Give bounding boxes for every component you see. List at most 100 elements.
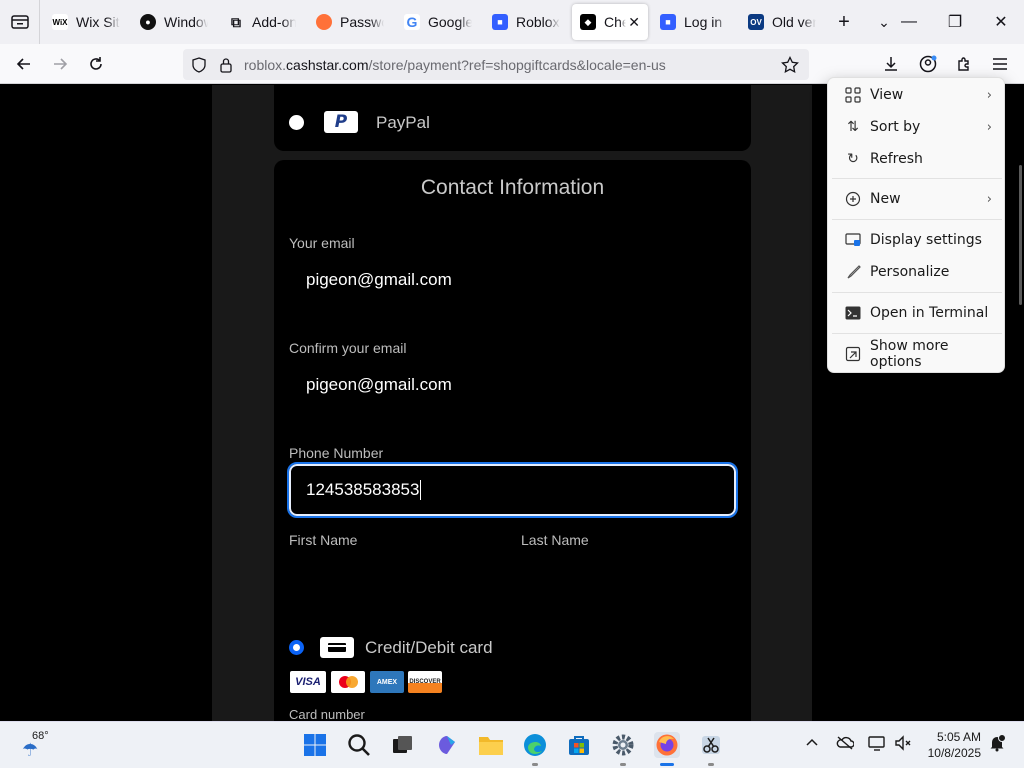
menu-separator xyxy=(832,333,1002,334)
tab-addons[interactable]: ⧉ Add-ons xyxy=(220,4,304,40)
menu-item-label: Open in Terminal xyxy=(870,305,989,321)
onedrive-tray-icon[interactable] xyxy=(836,735,855,755)
menu-item-personalize[interactable]: Personalize xyxy=(832,257,1002,287)
wix-icon: WiX xyxy=(52,14,68,30)
copilot-icon xyxy=(439,736,455,754)
tab-roblox[interactable]: ■ Roblox xyxy=(484,4,568,40)
scrollbar[interactable] xyxy=(1019,165,1022,305)
roblox-icon: ■ xyxy=(492,14,508,30)
restore-icon: ❐ xyxy=(947,14,963,31)
tab-google[interactable]: G Google xyxy=(396,4,480,40)
restore-button[interactable]: ❐ xyxy=(932,0,978,44)
tab-passwords[interactable]: Passwords xyxy=(308,4,392,40)
credit-card-icon xyxy=(320,637,354,658)
tab-login[interactable]: ■ Log in xyxy=(652,4,736,40)
file-explorer-button[interactable] xyxy=(478,732,504,758)
paypal-radio[interactable] xyxy=(289,115,304,130)
firefox-taskbar-button[interactable] xyxy=(654,732,680,758)
copilot-button[interactable] xyxy=(434,732,460,758)
tab-title: Add-ons xyxy=(252,14,296,30)
hamburger-menu-icon xyxy=(993,58,1007,70)
firefox-icon xyxy=(316,14,332,30)
email-field[interactable]: pigeon@gmail.com xyxy=(289,254,736,306)
google-icon: G xyxy=(404,14,420,30)
menu-item-sort-by[interactable]: ⇅ Sort by › xyxy=(832,112,1002,142)
chevron-right-icon: › xyxy=(986,191,992,207)
forward-button[interactable] xyxy=(44,48,76,80)
tab-github[interactable]: ● Windows xyxy=(132,4,216,40)
url-text[interactable]: roblox.cashstar.com/store/payment?ref=sh… xyxy=(244,57,666,73)
weather-temp: 68° xyxy=(32,730,49,742)
weather-widget[interactable]: ☂ 68° xyxy=(18,730,58,762)
snipping-tool-button[interactable] xyxy=(698,732,724,758)
gear-icon xyxy=(612,734,634,756)
url-domain: cashstar.com xyxy=(286,56,369,73)
app-menu-button[interactable] xyxy=(984,48,1016,80)
menu-item-refresh[interactable]: ↻ Refresh xyxy=(832,144,1002,174)
menu-item-new[interactable]: New › xyxy=(832,184,1002,214)
tab-checkout[interactable]: ◆ Checkout ✕ xyxy=(572,4,648,40)
show-hidden-icons-button[interactable] xyxy=(806,734,818,751)
menu-item-display-settings[interactable]: Display settings xyxy=(832,225,1002,255)
chevron-up-icon xyxy=(806,738,818,746)
windows-taskbar: ☂ 68° 5:05 AM 10/8/2025 xyxy=(0,721,1024,768)
tab-wix[interactable]: WiX Wix Site xyxy=(44,4,128,40)
edge-icon xyxy=(524,734,546,756)
back-button[interactable] xyxy=(8,48,40,80)
brush-icon xyxy=(844,263,862,281)
phone-field[interactable]: 124538583853 xyxy=(287,462,738,518)
tab-overview-button[interactable] xyxy=(0,0,40,44)
last-name-field[interactable] xyxy=(521,551,736,603)
close-window-button[interactable]: ✕ xyxy=(978,0,1024,44)
confirm-email-field[interactable]: pigeon@gmail.com xyxy=(289,359,736,411)
tab-title: Old version xyxy=(772,14,816,30)
more-options-icon xyxy=(844,345,862,363)
snipping-icon xyxy=(702,736,720,754)
download-icon xyxy=(885,57,897,71)
address-bar[interactable]: roblox.cashstar.com/store/payment?ref=sh… xyxy=(183,49,809,80)
edge-button[interactable] xyxy=(522,732,548,758)
roblox-icon: ◆ xyxy=(580,14,596,30)
credit-card-radio[interactable] xyxy=(289,640,304,655)
email-value: pigeon@gmail.com xyxy=(306,270,452,289)
first-name-field[interactable] xyxy=(289,551,504,603)
close-tab-icon[interactable]: ✕ xyxy=(628,14,640,31)
account-button[interactable] xyxy=(912,48,944,80)
lock-icon[interactable] xyxy=(219,57,233,73)
tracking-shield-icon[interactable] xyxy=(191,56,207,73)
amex-logo-icon: AMEX xyxy=(370,671,404,693)
notification-bell-icon[interactable] xyxy=(988,734,1006,756)
credit-card-label: Credit/Debit card xyxy=(365,638,493,657)
bookmark-star-icon[interactable] xyxy=(781,55,799,74)
last-name-label: Last Name xyxy=(521,532,589,548)
display-tray-icon[interactable] xyxy=(868,735,886,755)
chevron-right-icon: › xyxy=(986,119,992,135)
start-button[interactable] xyxy=(302,732,328,758)
new-tab-button[interactable]: + xyxy=(826,4,862,40)
discover-logo-text: DISCOVER xyxy=(409,679,441,685)
minimize-button[interactable]: — xyxy=(886,0,932,44)
volume-muted-icon[interactable] xyxy=(894,735,912,755)
menu-item-open-terminal[interactable]: Open in Terminal xyxy=(832,298,1002,328)
tab-overview-icon xyxy=(10,15,29,29)
menu-item-show-more-options[interactable]: Show more options xyxy=(832,338,1002,370)
system-clock[interactable]: 5:05 AM 10/8/2025 xyxy=(928,729,981,761)
settings-button[interactable] xyxy=(610,732,636,758)
close-icon: ✕ xyxy=(994,14,1008,31)
task-view-icon xyxy=(393,736,412,753)
menu-item-view[interactable]: View › xyxy=(832,80,1002,110)
store-button[interactable] xyxy=(566,732,592,758)
paypal-label: PayPal xyxy=(376,113,430,132)
chevron-right-icon: › xyxy=(986,87,992,103)
downloads-button[interactable] xyxy=(875,48,907,80)
tab-title: Wix Site xyxy=(76,14,120,30)
search-button[interactable] xyxy=(346,732,372,758)
extensions-button[interactable] xyxy=(948,48,980,80)
task-view-button[interactable] xyxy=(390,732,416,758)
reload-button[interactable] xyxy=(80,48,112,80)
search-icon xyxy=(348,734,370,756)
tab-old-version[interactable]: OV Old version xyxy=(740,4,824,40)
reload-icon xyxy=(90,57,102,70)
tab-title: Checkout xyxy=(604,14,627,30)
roblox-icon: ■ xyxy=(660,14,676,30)
